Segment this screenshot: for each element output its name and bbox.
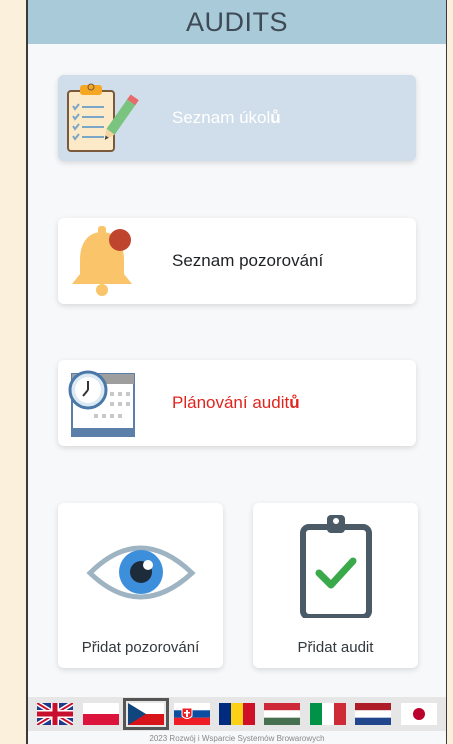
gb-flag-icon[interactable] [36,700,75,728]
add-audit-label: Přidat audit [297,639,374,656]
bell-notification-icon [58,218,140,304]
nl-flag-icon[interactable] [355,703,392,725]
task-list-label: Seznam úkolů [172,108,281,127]
add-observation-button[interactable]: Přidat pozorování [58,503,223,668]
app-screen: AUDITS Seznam úkolů Seznam pozorování Pl… [26,0,447,744]
add-observation-label: Přidat pozorování [81,639,200,656]
page-title: AUDITS [185,6,288,37]
sk-flag-icon[interactable] [173,703,210,725]
eye-icon [58,503,223,618]
observations-list-label: Seznam pozorování [172,251,324,270]
jp-flag-icon[interactable] [400,703,437,725]
hu-flag-icon[interactable] [264,703,301,725]
task-list-button[interactable]: Seznam úkolů [58,75,416,161]
observations-list-button[interactable]: Seznam pozorování [58,218,416,304]
add-audit-button[interactable]: Přidat audit [253,503,418,668]
calendar-clock-icon [58,360,140,446]
clipboard-checklist-icon [58,75,140,161]
clipboard-check-icon [253,503,418,620]
footer-copyright: 2023 Rozwój i Wsparcie Systemów Browarow… [149,734,325,743]
pl-flag-icon[interactable] [82,703,119,725]
language-bar [28,697,446,731]
ro-flag-icon[interactable] [218,703,255,725]
cz-flag-icon[interactable] [123,698,170,730]
it-flag-icon[interactable] [309,703,346,725]
audit-planning-button[interactable]: Plánování auditů [58,360,416,446]
audit-planning-label: Plánování auditů [172,393,300,412]
app-header: AUDITS [28,0,446,44]
